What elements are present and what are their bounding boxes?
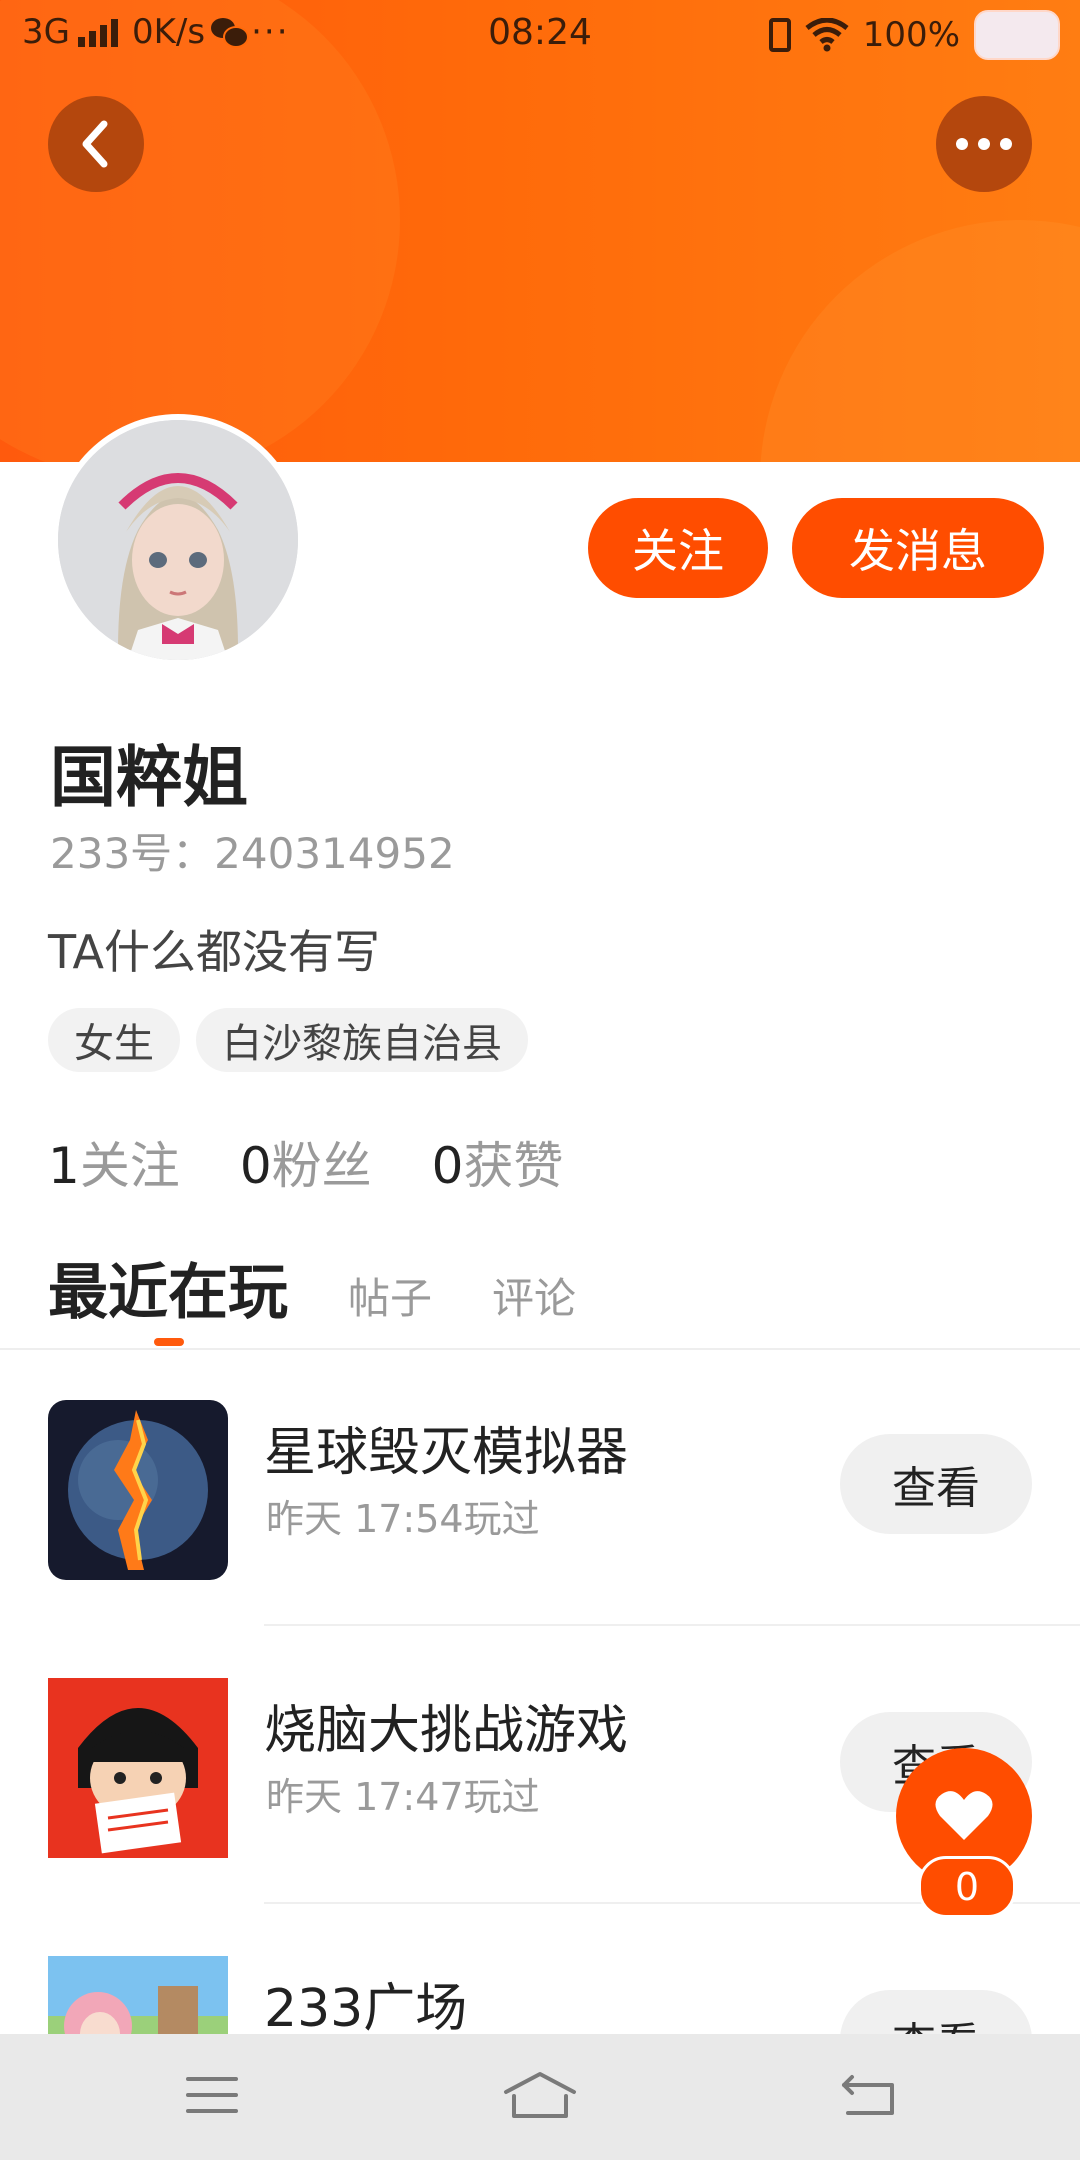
stat-fans[interactable]: 0粉丝 (240, 1126, 372, 1198)
game-row[interactable]: 星球毁灭模拟器 昨天 17:54玩过 查看 (0, 1348, 1080, 1626)
status-right: 100% (768, 10, 1060, 60)
user-name: 国粹姐 (50, 739, 248, 816)
game-title: 233广场 (264, 1979, 468, 2039)
like-count: 0 (918, 1856, 1016, 1918)
tab-recently-played[interactable]: 最近在玩 (48, 1244, 288, 1331)
back-nav-button[interactable] (830, 2060, 910, 2130)
user-bio: TA什么都没有写 (48, 925, 380, 979)
profile-tags: 女生 白沙黎族自治县 (48, 1008, 528, 1072)
game-played-time: 昨天 17:54玩过 (266, 1497, 540, 1541)
return-icon (842, 2075, 894, 2115)
profile-tabs: 最近在玩 帖子 评论 (48, 1244, 576, 1331)
tab-comments[interactable]: 评论 (492, 1265, 576, 1326)
battery-level: 100% (862, 15, 960, 55)
back-button[interactable] (48, 96, 144, 192)
stat-following[interactable]: 1关注 (48, 1126, 180, 1198)
home-icon (504, 2072, 576, 2118)
chevron-left-icon (82, 120, 108, 168)
avatar[interactable] (52, 414, 304, 666)
status-avatar-icon (974, 10, 1060, 60)
game-title: 烧脑大挑战游戏 (264, 1701, 629, 1761)
anime-avatar-icon (58, 420, 298, 660)
heart-icon (935, 1791, 993, 1840)
more-options-button[interactable] (936, 96, 1032, 192)
game-title: 星球毁灭模拟器 (264, 1423, 629, 1483)
wifi-icon (805, 18, 849, 52)
menu-button[interactable] (172, 2060, 252, 2130)
vibrate-icon (768, 18, 791, 52)
status-bar: 3G 0K/s ··· 08:24 100% (0, 0, 1080, 72)
game-played-time: 昨天 17:47玩过 (266, 1775, 540, 1819)
user-id: 233号：240314952 (50, 829, 455, 878)
view-game-button[interactable]: 查看 (840, 1434, 1032, 1534)
system-nav-bar (0, 2034, 1080, 2160)
follow-button[interactable]: 关注 (588, 498, 768, 598)
tag-gender: 女生 (48, 1008, 180, 1072)
stat-likes[interactable]: 0获赞 (432, 1126, 564, 1198)
tab-active-indicator (154, 1338, 184, 1346)
profile-stats: 1关注 0粉丝 0获赞 (48, 1126, 563, 1198)
tag-location: 白沙黎族自治县 (196, 1008, 528, 1072)
planet-icon (48, 1400, 228, 1580)
cartoon-girl-icon (48, 1678, 228, 1858)
tab-posts[interactable]: 帖子 (348, 1265, 432, 1326)
home-button[interactable] (500, 2060, 580, 2130)
send-message-button[interactable]: 发消息 (792, 498, 1044, 598)
menu-icon (186, 2077, 238, 2113)
